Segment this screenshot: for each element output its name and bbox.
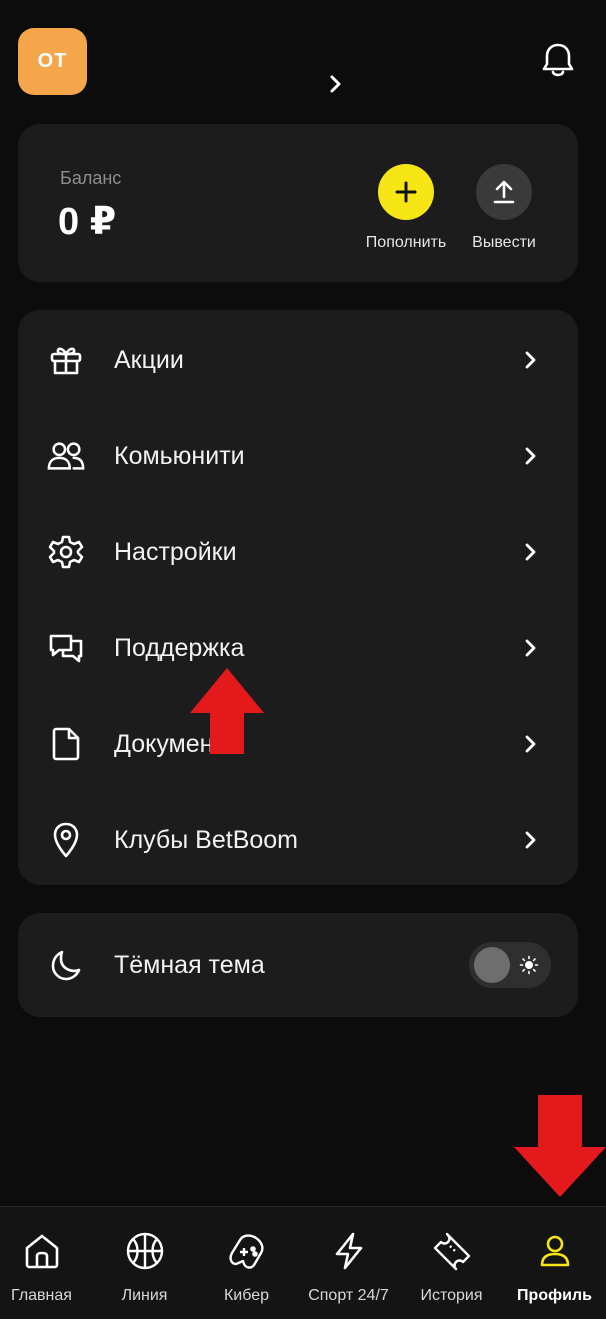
users-icon (46, 436, 86, 476)
map-pin-icon (46, 820, 86, 860)
chevron-right-icon (518, 635, 544, 661)
basketball-icon (123, 1229, 167, 1273)
balance-label: Баланс (60, 168, 122, 188)
dark-theme-toggle[interactable] (469, 942, 551, 988)
tab-profile[interactable]: Профиль (504, 1207, 605, 1319)
sun-icon (519, 955, 539, 975)
gamepad-icon (225, 1229, 269, 1273)
deposit-button[interactable]: Пополнить (356, 164, 456, 252)
dark-theme-label: Тёмная тема (114, 951, 265, 979)
menu-item-settings[interactable]: Настройки (18, 504, 578, 600)
lightning-icon (327, 1229, 371, 1273)
tab-cyber[interactable]: Кибер (196, 1207, 297, 1319)
withdraw-label: Вывести (472, 234, 536, 251)
tab-label: Линия (121, 1287, 168, 1304)
tab-label: Главная (11, 1287, 72, 1304)
tab-home[interactable]: Главная (0, 1207, 92, 1319)
menu-item-label: Настройки (114, 537, 237, 566)
tab-line[interactable]: Линия (94, 1207, 195, 1319)
home-icon (20, 1229, 64, 1273)
tab-label: Спорт 24/7 (308, 1287, 389, 1304)
menu-item-label: Комьюнити (114, 441, 245, 470)
deposit-label: Пополнить (365, 234, 447, 251)
document-icon (46, 724, 86, 764)
menu-item-label: Поддержка (114, 633, 245, 662)
tab-sport-247[interactable]: Спорт 24/7 (298, 1207, 399, 1319)
ticket-icon (430, 1229, 474, 1273)
chevron-right-icon (518, 731, 544, 757)
theme-card: Тёмная тема (18, 913, 578, 1017)
withdraw-button[interactable]: Вывести (454, 164, 554, 252)
plus-icon (378, 164, 434, 220)
menu-item-community[interactable]: Комьюнити (18, 408, 578, 504)
chevron-right-icon[interactable] (322, 70, 350, 98)
gear-icon (46, 532, 86, 572)
gift-icon (46, 340, 86, 380)
menu-item-promotions[interactable]: Акции (18, 312, 578, 408)
tab-label: Профиль (517, 1287, 592, 1304)
chevron-right-icon (518, 443, 544, 469)
red-arrow-down-icon (514, 1095, 606, 1197)
menu-card: Акции Комьюнити Настройки Поддержка Доку… (18, 310, 578, 885)
moon-icon (46, 945, 86, 985)
tab-history[interactable]: История (401, 1207, 502, 1319)
bell-icon[interactable] (536, 38, 580, 82)
tab-label: История (420, 1287, 483, 1304)
chevron-right-icon (518, 347, 544, 373)
red-arrow-up-icon (190, 668, 264, 754)
menu-item-documents[interactable]: Документы (18, 696, 578, 792)
top-bar: ОТ (0, 0, 606, 110)
menu-item-support[interactable]: Поддержка (18, 600, 578, 696)
menu-item-clubs[interactable]: Клубы BetBoom (18, 792, 578, 888)
chevron-right-icon (518, 827, 544, 853)
menu-item-label: Акции (114, 345, 184, 374)
upload-icon (476, 164, 532, 220)
tab-label: Кибер (223, 1287, 270, 1304)
toggle-knob (474, 947, 510, 983)
balance-value: 0 ₽ (58, 201, 117, 243)
bottom-tab-bar: Главная Линия Кибер Спорт 24/7 История П… (0, 1206, 606, 1319)
avatar[interactable]: ОТ (18, 28, 87, 95)
menu-item-label: Клубы BetBoom (114, 825, 298, 854)
user-icon (533, 1229, 577, 1273)
balance-card: Баланс 0 ₽ Пополнить Вывести (18, 124, 578, 282)
chat-icon (46, 628, 86, 668)
chevron-right-icon (518, 539, 544, 565)
